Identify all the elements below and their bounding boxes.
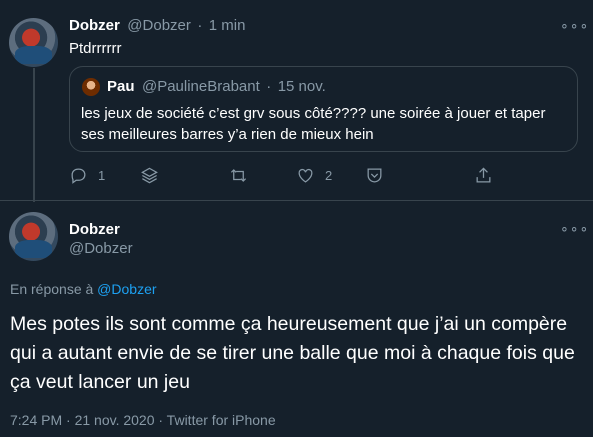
- tweet-metadata[interactable]: 7:24 PM · 21 nov. 2020 · Twitter for iPh…: [10, 412, 276, 428]
- reply-context: En réponse à @Dobzer: [10, 281, 157, 297]
- share-icon: [476, 167, 491, 183]
- heart-icon: [298, 168, 313, 183]
- avatar[interactable]: [9, 18, 58, 67]
- divider: [0, 200, 593, 201]
- save-icon: [367, 168, 382, 183]
- like-button[interactable]: 2: [296, 166, 332, 185]
- avatar[interactable]: [9, 212, 58, 261]
- separator: ·: [266, 78, 272, 95]
- more-icon[interactable]: ∘∘∘: [560, 220, 589, 237]
- tweet2-text: Mes potes ils sont comme ça heureusement…: [10, 313, 575, 393]
- stack-icon: [141, 167, 158, 184]
- author-name[interactable]: Dobzer: [69, 17, 120, 34]
- tweet1-header: Dobzer @Dobzer · 1 min: [69, 17, 245, 35]
- reply-count: 1: [98, 168, 106, 183]
- like-count: 2: [325, 168, 333, 183]
- reply-to-link[interactable]: @Dobzer: [97, 281, 156, 297]
- thread-line: [33, 68, 35, 202]
- tweet-actions: 1 2: [69, 166, 509, 190]
- tweet2-author-handle[interactable]: @Dobzer: [69, 240, 133, 257]
- reply-prefix: En réponse à: [10, 281, 98, 297]
- reply-button[interactable]: 1: [69, 166, 105, 185]
- share-button[interactable]: [474, 166, 493, 185]
- more-icon[interactable]: ∘∘∘: [560, 17, 589, 34]
- retweet-button[interactable]: [229, 166, 248, 185]
- quote-avatar: [82, 78, 100, 96]
- timestamp[interactable]: 1 min: [209, 17, 246, 34]
- author-handle[interactable]: @Dobzer: [127, 17, 191, 34]
- retweet-icon: [230, 169, 247, 182]
- save-button[interactable]: [365, 166, 384, 185]
- quote-author-handle: @PaulineBrabant: [141, 78, 260, 95]
- reply-icon: [71, 168, 86, 184]
- tweet1-text: Ptdrrrrrr: [69, 40, 122, 57]
- quote-text: les jeux de société c’est grv sous côté?…: [81, 105, 546, 143]
- separator: ·: [197, 17, 203, 34]
- quote-header: Pau @PaulineBrabant · 15 nov.: [107, 78, 326, 96]
- quoted-tweet[interactable]: Pau @PaulineBrabant · 15 nov. les jeux d…: [69, 66, 578, 152]
- quote-author-name: Pau: [107, 78, 135, 95]
- stack-button[interactable]: [140, 166, 159, 185]
- quote-timestamp: 15 nov.: [277, 78, 326, 95]
- tweet2-author-name[interactable]: Dobzer: [69, 221, 120, 238]
